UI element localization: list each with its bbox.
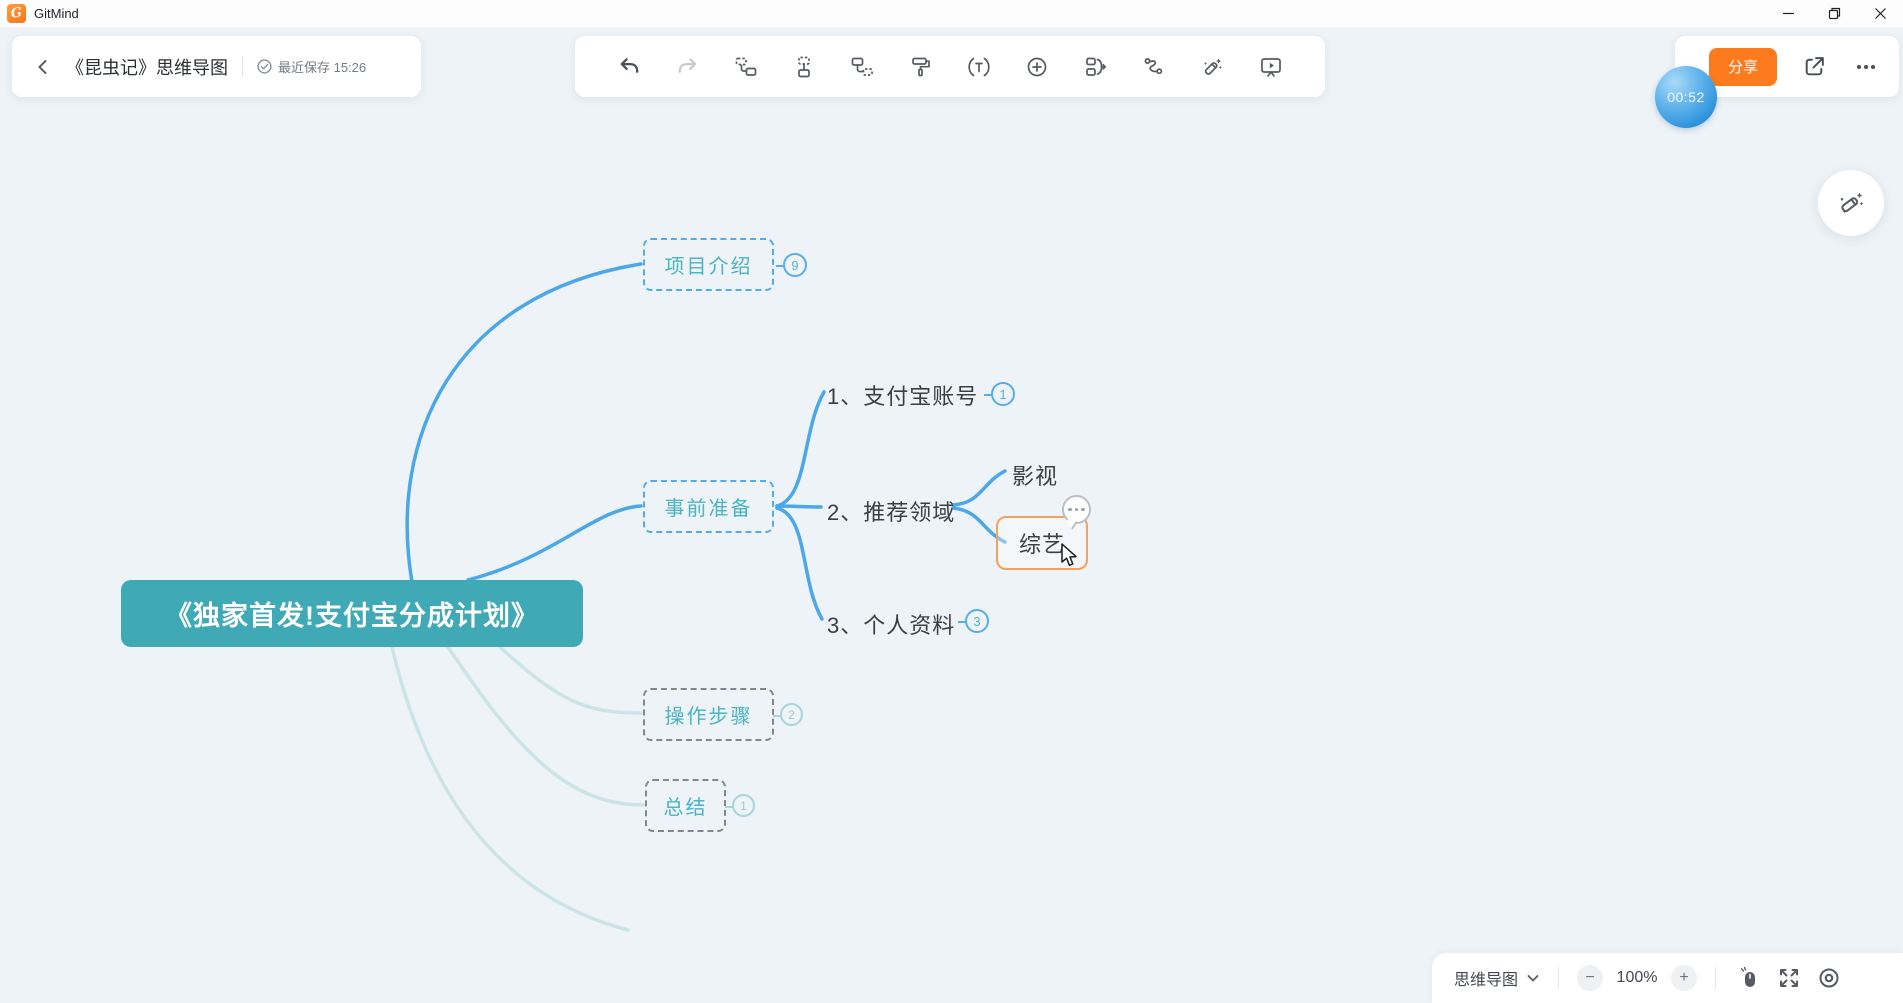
magic-wand-icon: [1200, 55, 1224, 79]
mindmap-node-xiangmu[interactable]: 项目介绍: [643, 238, 774, 291]
check-circle-icon: [257, 59, 272, 74]
node-more-button[interactable]: [1062, 495, 1091, 524]
magic-wand-icon: [1836, 188, 1866, 218]
relation-curve-icon: [1142, 55, 1166, 79]
divider: [1715, 967, 1716, 989]
fit-screen-icon: [1777, 966, 1801, 990]
collapsed-count-badge[interactable]: 1: [991, 382, 1015, 406]
mindmap-node-tuijian[interactable]: 2、推荐领域: [827, 495, 955, 527]
play-board-icon: [1259, 55, 1283, 79]
document-header-card: 《昆虫记》思维导图 最近保存 15:26: [12, 36, 421, 97]
share-button[interactable]: 分享: [1709, 48, 1777, 86]
focus-mode-button[interactable]: [1814, 963, 1844, 993]
mindmap-node-yingshi[interactable]: 影视: [1012, 459, 1058, 491]
mouse-mode-button[interactable]: [1734, 963, 1764, 993]
os-titlebar: G GitMind: [0, 0, 1903, 27]
divider: [242, 57, 243, 77]
edge-shiqian-geren: [777, 508, 822, 619]
relation-line-button[interactable]: [1136, 49, 1172, 85]
document-title[interactable]: 《昆虫记》思维导图: [66, 54, 228, 80]
collapsed-count-badge[interactable]: 3: [965, 609, 989, 633]
close-button[interactable]: [1857, 0, 1903, 27]
node-child-icon: [850, 55, 874, 79]
edge-shiqian-zhifubao: [777, 392, 824, 506]
collapsed-count-badge[interactable]: 9: [783, 253, 807, 277]
edge-shiqian-tuijian: [777, 506, 821, 507]
app-title: GitMind: [34, 6, 79, 21]
mindmap-node-zhifubao[interactable]: 1、支付宝账号: [827, 379, 978, 411]
layout-mode-label: 思维导图: [1454, 966, 1518, 990]
fit-screen-button[interactable]: [1774, 963, 1804, 993]
focus-mode-icon: [1817, 966, 1841, 990]
presentation-button[interactable]: [1253, 49, 1289, 85]
mindmap-node-caozuo[interactable]: 操作步骤: [643, 688, 774, 741]
save-status-text: 最近保存 15:26: [278, 57, 366, 76]
collapsed-count-badge[interactable]: 1: [732, 794, 755, 817]
ellipsis-icon: [1068, 508, 1085, 512]
window-controls: [1765, 0, 1903, 27]
paint-roller-icon: [909, 55, 933, 79]
divider: [1558, 967, 1559, 989]
text-T-icon: [967, 55, 991, 79]
mindmap-node-geren[interactable]: 3、个人资料: [827, 608, 955, 640]
zoom-out-button[interactable]: −: [1577, 965, 1603, 991]
export-button[interactable]: [1799, 52, 1829, 82]
insert-child-node-button[interactable]: [844, 49, 880, 85]
edge-tuijian-yingshi: [953, 471, 1005, 505]
insert-element-button[interactable]: [1019, 49, 1055, 85]
text-tool-button[interactable]: [961, 49, 997, 85]
save-status: 最近保存 15:26: [257, 57, 366, 76]
back-button[interactable]: [30, 54, 56, 80]
mindmap-node-zongjie[interactable]: 总结: [645, 779, 726, 832]
timer-value: 00:52: [1667, 89, 1705, 105]
mindmap-node-shiqian[interactable]: 事前准备: [643, 480, 774, 533]
ai-wand-fab[interactable]: [1818, 170, 1884, 236]
undo-arrow-icon: [618, 55, 641, 78]
ai-assistant-button[interactable]: [1194, 49, 1230, 85]
minimize-button[interactable]: [1765, 0, 1811, 27]
summary-brace-icon: [1084, 55, 1108, 79]
mindmap-root-node[interactable]: 《独家首发!支付宝分成计划》: [121, 580, 583, 647]
export-icon: [1802, 54, 1827, 79]
layout-mode-select[interactable]: 思维导图: [1454, 966, 1540, 990]
chevron-down-icon: [1526, 971, 1540, 985]
mouse-mode-icon: [1737, 966, 1761, 990]
gitmind-window: G GitMind: [0, 0, 1903, 1003]
summary-button[interactable]: [1078, 49, 1114, 85]
redo-button[interactable]: [670, 49, 706, 85]
plus-circle-icon: [1025, 55, 1049, 79]
undo-button[interactable]: [611, 49, 647, 85]
more-options-button[interactable]: [1851, 52, 1881, 82]
edge-root-shiqian: [468, 506, 641, 580]
main-toolbar: [575, 36, 1325, 97]
restore-button[interactable]: [1811, 0, 1857, 27]
zoom-in-button[interactable]: +: [1671, 965, 1697, 991]
node-parent-icon: [792, 55, 816, 79]
format-painter-button[interactable]: [903, 49, 939, 85]
canvas-status-bar: 思维导图 − 100% +: [1432, 953, 1903, 1003]
node-sibling-icon: [734, 55, 758, 79]
insert-parent-node-button[interactable]: [786, 49, 822, 85]
insert-sibling-node-button[interactable]: [728, 49, 764, 85]
edge-root-zongjie: [448, 647, 643, 805]
gitmind-logo-icon: G: [7, 4, 26, 23]
edge-root-hidden-branch: [392, 647, 628, 930]
collapsed-count-badge[interactable]: 2: [780, 703, 803, 726]
zoom-level-value: 100%: [1613, 969, 1661, 987]
edge-root-caozuo: [500, 647, 641, 713]
redo-arrow-icon: [676, 55, 699, 78]
ellipsis-icon: [1854, 55, 1878, 79]
edge-root-xiangmu: [407, 264, 641, 582]
session-timer-badge[interactable]: 00:52: [1655, 66, 1717, 128]
